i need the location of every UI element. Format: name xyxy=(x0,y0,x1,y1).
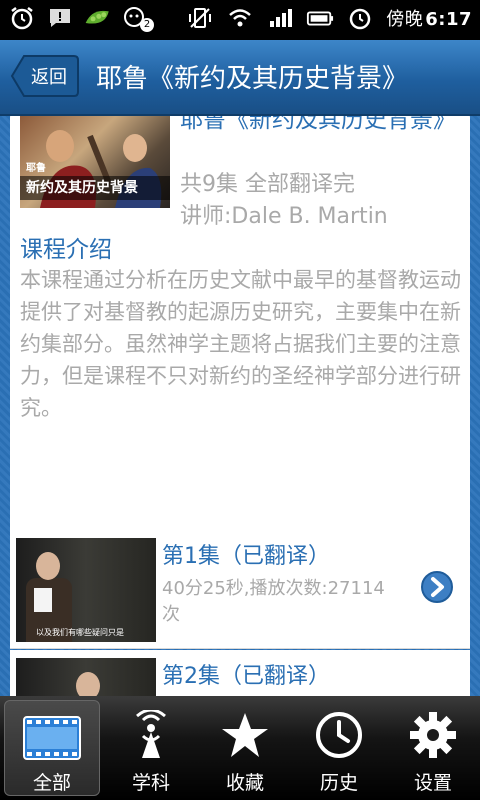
status-ampm: 傍晚 xyxy=(386,9,424,30)
course-episode-count: 共9集 全部翻译完 xyxy=(180,172,355,197)
nav-subjects-label: 学科 xyxy=(131,772,170,794)
wifi-icon xyxy=(226,4,254,32)
message-icon xyxy=(46,4,74,32)
episode-meta: 40分25秒,播放次数:27114次 xyxy=(162,578,385,625)
episode-subtitle: 以及我们有哪些疑问只是 xyxy=(36,628,124,637)
course-title: 耶鲁《新约及其历史背景》 xyxy=(180,116,456,133)
episode-title: 第1集（已翻译） xyxy=(162,544,330,569)
title-bar: 返回 耶鲁《新约及其历史背景》 xyxy=(0,40,480,116)
nav-history-label: 历史 xyxy=(319,772,358,794)
nav-history[interactable]: 历史 xyxy=(292,696,386,800)
episode-title: 第2集（已翻译） xyxy=(162,664,330,689)
nav-all[interactable]: 全部 xyxy=(4,700,100,796)
peapod-app-icon xyxy=(84,4,112,32)
clock-icon xyxy=(314,708,364,762)
battery-icon xyxy=(306,4,334,32)
notification-count-badge: 2 xyxy=(140,18,154,32)
status-bar: 2 傍晚 6:17 xyxy=(0,0,480,40)
status-time: 6:17 xyxy=(425,9,472,30)
intro-body: 本课程通过分析在历史文献中最早的基督教运动提供了对基督教的起源历史研究，主要集中… xyxy=(20,268,461,420)
chevron-right-icon[interactable] xyxy=(420,570,454,604)
course-thumbnail: 耶鲁 新约及其历史背景 xyxy=(20,116,170,208)
episode-item[interactable]: 以及我们有哪些疑问只是 第1集（已翻译） 40分25秒,播放次数:27114次 xyxy=(10,530,470,649)
course-content[interactable]: 耶鲁 新约及其历史背景 耶鲁《新约及其历史背景》 共9集 全部翻译完 讲师:Da… xyxy=(0,116,480,696)
wechat-icon: 2 xyxy=(122,4,154,32)
episode-thumbnail: 以及我们有哪些疑问只是 xyxy=(16,538,156,642)
alarm-icon xyxy=(8,4,36,32)
status-clock: 傍晚 6:17 xyxy=(386,5,472,31)
thumb-caption: 新约及其历史背景 xyxy=(20,176,170,200)
back-button[interactable]: 返回 xyxy=(10,54,80,98)
nav-all-label: 全部 xyxy=(32,772,71,794)
nav-subjects[interactable]: 学科 xyxy=(104,696,198,800)
nav-settings-label: 设置 xyxy=(413,772,452,794)
vibrate-off-icon xyxy=(186,4,214,32)
course-teacher: 讲师:Dale B. Martin xyxy=(180,204,388,229)
bottom-nav: 全部 学科 收藏 历史 设置 xyxy=(0,696,480,800)
film-icon xyxy=(23,713,81,762)
signal-icon xyxy=(266,4,294,32)
alarm-clock-icon xyxy=(346,4,374,32)
nav-favorites-label: 收藏 xyxy=(225,772,264,794)
broadcast-icon xyxy=(128,708,174,762)
nav-settings[interactable]: 设置 xyxy=(386,696,480,800)
thumb-caption-small: 耶鲁 xyxy=(26,163,46,174)
page-title: 耶鲁《新约及其历史背景》 xyxy=(96,64,409,94)
back-label: 返回 xyxy=(31,67,67,88)
nav-favorites[interactable]: 收藏 xyxy=(198,696,292,800)
star-icon xyxy=(220,708,270,762)
episode-item[interactable]: 第2集（已翻译） xyxy=(10,650,470,696)
gear-icon xyxy=(408,708,458,762)
intro-heading: 课程介绍 xyxy=(20,237,112,263)
episode-thumbnail xyxy=(16,658,156,696)
